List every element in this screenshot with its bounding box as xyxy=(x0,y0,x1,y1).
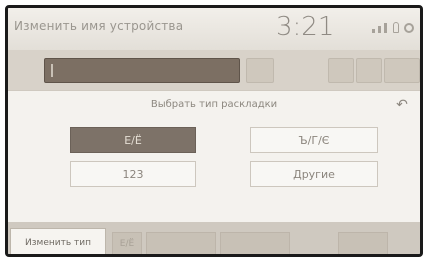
back-button[interactable]: ↶ xyxy=(392,97,412,113)
screen-title: Изменить имя устройства xyxy=(14,19,184,33)
option-label: 123 xyxy=(122,167,144,181)
layout-type-dialog: Выбрать тип раскладки ↶ Е/Ё Ъ/Г/Є 123 Др… xyxy=(8,90,420,224)
status-icons xyxy=(372,22,414,33)
change-type-button[interactable]: Изменить тип xyxy=(10,228,106,254)
input-row xyxy=(8,50,420,90)
keyboard-key[interactable] xyxy=(146,232,216,254)
keyboard-bar: Изменить тип Е/Ё xyxy=(8,222,420,254)
back-arrow-icon: ↶ xyxy=(396,97,408,113)
option-label: Е/Ё xyxy=(124,133,142,147)
cursor-right-button[interactable] xyxy=(356,58,382,83)
option-label: Другие xyxy=(293,167,335,181)
device-name-field[interactable] xyxy=(44,58,240,83)
layout-option-other[interactable]: Другие xyxy=(250,161,378,187)
cursor-left-button[interactable] xyxy=(328,58,354,83)
clock: 3:21 xyxy=(276,12,335,42)
bluetooth-icon xyxy=(393,22,399,33)
keyboard-key[interactable] xyxy=(338,232,388,254)
gear-icon xyxy=(404,23,414,33)
dialog-title: Выбрать тип раскладки xyxy=(150,99,278,110)
text-cursor xyxy=(51,64,53,77)
ok-button[interactable] xyxy=(384,58,420,83)
signal-icon xyxy=(384,23,387,33)
signal-icon xyxy=(372,29,375,33)
status-bar: Изменить имя устройства 3:21 xyxy=(8,8,420,51)
layout-option-numbers[interactable]: 123 xyxy=(70,161,196,187)
layout-option-ukr[interactable]: Ъ/Г/Є xyxy=(250,127,378,153)
layout-option-e[interactable]: Е/Ё xyxy=(70,127,196,153)
signal-icon xyxy=(378,26,381,33)
option-label: Ъ/Г/Є xyxy=(298,133,330,147)
keyboard-key[interactable]: Е/Ё xyxy=(112,232,142,254)
backspace-button[interactable] xyxy=(246,58,274,83)
keyboard-key[interactable] xyxy=(220,232,290,254)
device-screen: Изменить имя устройства 3:21 Выбрать тип… xyxy=(5,5,423,257)
